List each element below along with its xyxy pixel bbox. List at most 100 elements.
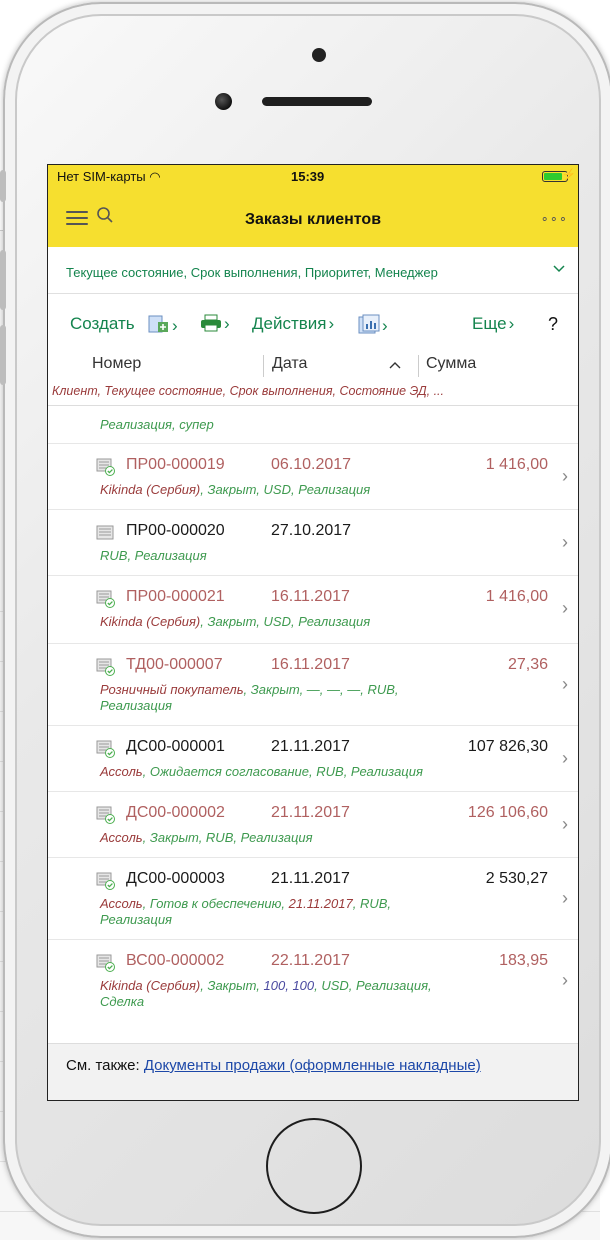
print-button[interactable]: › <box>200 314 230 334</box>
front-camera <box>215 93 232 110</box>
carrier-label: Нет SIM-карты ◠ <box>57 169 161 185</box>
client-name: Ассоль <box>100 896 143 911</box>
order-details: RUB, Реализация <box>100 548 207 563</box>
order-details-line2: Сделка <box>100 994 145 1009</box>
table-row[interactable]: ДС00-000003 21.11.2017 2 530,27 Ассоль, … <box>48 857 578 940</box>
app-header: Нет SIM-карты ◠ 15:39 ⚡ Заказы клиентов … <box>48 165 578 247</box>
order-desc: RUB, Реализация <box>100 548 520 564</box>
sort-ascending-icon <box>389 362 401 369</box>
charging-icon: ⚡ <box>562 169 576 181</box>
client-name: Kikinda (Сербия) <box>100 614 201 629</box>
chevron-right-icon: › <box>562 598 568 618</box>
mute-switch <box>0 170 6 202</box>
order-details: , RUB, <box>352 896 392 911</box>
chevron-right-icon: › <box>562 748 568 768</box>
order-number: ВС00-000002 <box>126 952 225 969</box>
status-time: 15:39 <box>291 169 325 184</box>
order-sum: 2 530,27 <box>485 870 548 887</box>
header-divider <box>48 405 578 406</box>
document-closed-icon <box>96 590 115 608</box>
order-date: 21.11.2017 <box>271 804 350 821</box>
see-also-panel: См. также: Документы продажи (оформленны… <box>48 1043 578 1100</box>
table-row[interactable]: ПР00-000021 16.11.2017 1 416,00 Kikinda … <box>48 575 578 644</box>
actions-label: Действия <box>252 314 327 333</box>
order-details: , Ожидается согласование, RUB, Реализаци… <box>142 764 423 779</box>
table-row[interactable]: ДС00-000001 21.11.2017 107 826,30 Ассоль… <box>48 725 578 792</box>
due-date: 21.11.2017 <box>288 896 353 911</box>
order-date: 22.11.2017 <box>271 952 350 969</box>
order-sum: 27,36 <box>507 656 548 673</box>
document-closed-icon <box>96 458 115 476</box>
header-toolbar: Заказы клиентов ∘∘∘ <box>48 201 578 235</box>
chevron-right-icon: › <box>562 970 568 990</box>
order-state: , Готов к обеспечению, <box>142 896 289 911</box>
chevron-down-icon[interactable] <box>552 261 566 275</box>
more-button[interactable]: Еще › <box>472 314 514 334</box>
create-based-on-button[interactable]: › <box>148 314 178 336</box>
client-name: Розничный покупатель <box>100 682 244 697</box>
chevron-right-icon: › <box>562 466 568 486</box>
order-details: , Закрыт, —, —, —, RUB, <box>243 682 399 697</box>
column-number[interactable]: Номер <box>92 355 141 373</box>
order-number: ДС00-000001 <box>126 738 225 755</box>
order-desc: Ассоль, Закрыт, RUB, Реализация <box>100 830 520 846</box>
reports-icon <box>358 314 380 334</box>
filter-bar[interactable]: Текущее состояние, Срок выполнения, Прио… <box>48 249 578 294</box>
printer-icon <box>201 314 221 332</box>
chevron-right-icon: › <box>562 814 568 834</box>
order-number: ДС00-000002 <box>126 804 225 821</box>
proximity-sensor <box>312 48 326 62</box>
filter-text: Текущее состояние, Срок выполнения, Прио… <box>66 265 438 280</box>
table-row[interactable]: ПР00-000020 27.10.2017 RUB, Реализация › <box>48 509 578 576</box>
order-details-line2: Реализация <box>100 698 172 713</box>
order-number: ПР00-000019 <box>126 456 225 473</box>
carrier-text: Нет SIM-карты <box>57 169 146 184</box>
column-date[interactable]: Дата <box>272 355 307 373</box>
order-date: 21.11.2017 <box>271 870 350 887</box>
table-row[interactable]: ТД00-000007 16.11.2017 27,36 Розничный п… <box>48 643 578 726</box>
orders-list: Реализация, супер ПР00-000019 06.10.2017… <box>48 409 578 1039</box>
reports-button[interactable]: › <box>358 314 388 336</box>
order-state: , Закрыт, <box>200 978 264 993</box>
order-date: 16.11.2017 <box>271 588 350 605</box>
column-sum[interactable]: Сумма <box>426 355 476 373</box>
order-number: ПР00-000020 <box>126 522 225 539</box>
create-button[interactable]: Создать <box>70 314 135 334</box>
order-number: ПР00-000021 <box>126 588 225 605</box>
chevron-right-icon: › <box>562 888 568 908</box>
document-closed-icon <box>96 740 115 758</box>
column-headers: Номер Дата Сумма <box>48 355 578 377</box>
table-row[interactable]: ПР00-000019 06.10.2017 1 416,00 Kikinda … <box>48 443 578 510</box>
help-button[interactable]: ? <box>548 314 558 335</box>
chevron-right-icon: › <box>562 532 568 552</box>
volume-down-button <box>0 325 6 385</box>
table-row[interactable]: ВС00-000002 22.11.2017 183,95 Kikinda (С… <box>48 939 578 1022</box>
order-number: ДС00-000003 <box>126 870 225 887</box>
more-options-icon[interactable]: ∘∘∘ <box>541 211 568 227</box>
sales-documents-link[interactable]: Документы продажи (оформленные накладные… <box>144 1057 481 1074</box>
client-name: Kikinda (Сербия) <box>100 978 201 993</box>
table-row[interactable]: ДС00-000002 21.11.2017 126 106,60 Ассоль… <box>48 791 578 858</box>
home-button[interactable] <box>266 1118 362 1214</box>
order-details: , Закрыт, RUB, Реализация <box>142 830 313 845</box>
order-details: , Закрыт, USD, Реализация <box>200 614 371 629</box>
order-details-line2: Реализация <box>100 912 172 927</box>
order-sum: 126 106,60 <box>467 804 548 821</box>
order-details: , Закрыт, USD, Реализация <box>200 482 371 497</box>
document-icon <box>96 525 114 540</box>
column-divider <box>263 355 264 377</box>
order-number: ТД00-000007 <box>126 656 223 673</box>
order-sum: 107 826,30 <box>467 738 548 755</box>
page-title: Заказы клиентов <box>244 211 382 228</box>
column-subheader: Клиент, Текущее состояние, Срок выполнен… <box>52 384 445 398</box>
partial-row-desc: Реализация, супер <box>100 417 214 432</box>
client-name: Ассоль <box>100 764 143 779</box>
more-label: Еще <box>472 314 507 333</box>
order-desc: Розничный покупатель, Закрыт, —, —, —, R… <box>100 682 520 714</box>
order-desc: Kikinda (Сербия), Закрыт, 100, 100, USD,… <box>100 978 520 1010</box>
order-sum: 183,95 <box>499 952 548 969</box>
client-name: Kikinda (Сербия) <box>100 482 201 497</box>
order-date: 21.11.2017 <box>271 738 350 755</box>
order-sum: 1 416,00 <box>485 588 548 605</box>
actions-button[interactable]: Действия › <box>252 314 334 334</box>
